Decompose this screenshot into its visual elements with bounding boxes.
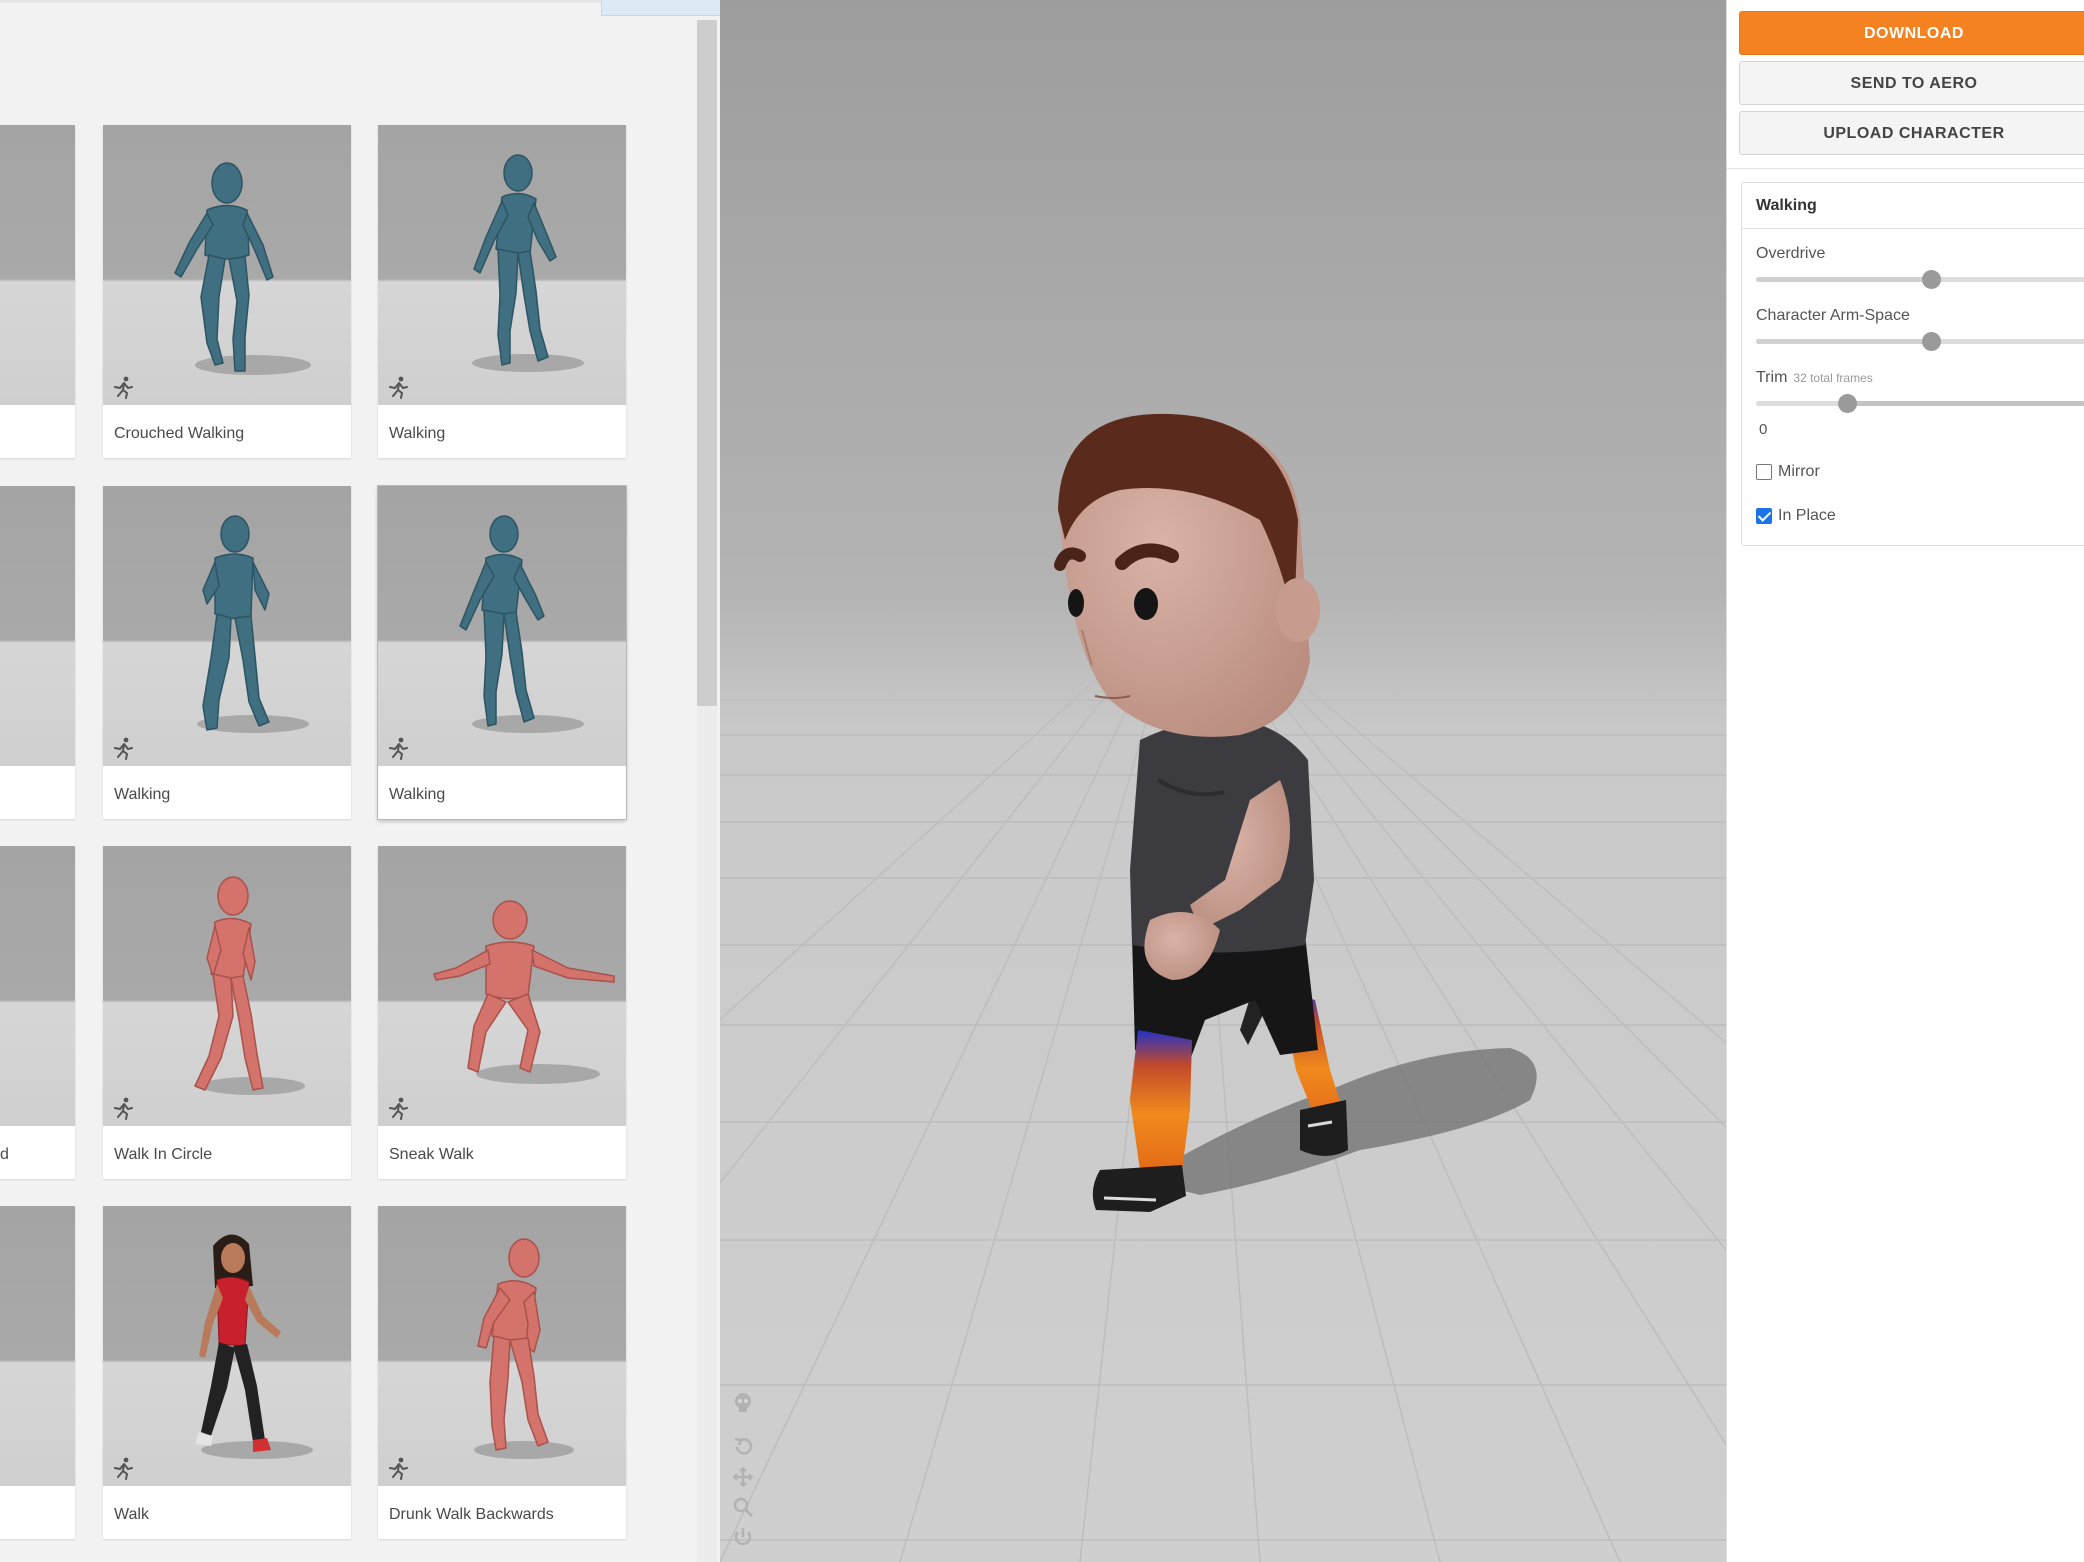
zoom-icon[interactable] — [732, 1496, 754, 1518]
slider-handle[interactable] — [1922, 332, 1941, 351]
animation-thumbnail — [378, 486, 626, 766]
download-button[interactable]: DOWNLOAD — [1739, 11, 2084, 55]
library-scrollbar-track[interactable] — [697, 706, 717, 1562]
animation-thumbnail — [0, 1206, 75, 1486]
character-preview-scene — [720, 0, 1726, 1562]
arm-space-label: Character Arm-Space — [1756, 307, 1910, 324]
trim-start-handle[interactable] — [1838, 394, 1857, 413]
animation-card-label: Walking — [389, 425, 446, 442]
move-icon[interactable] — [732, 1466, 754, 1488]
animation-thumbnail — [378, 125, 626, 405]
running-man-icon — [389, 1457, 408, 1480]
animation-card[interactable]: Drunk Walk Backwards — [378, 1206, 626, 1539]
animation-card[interactable]: Sneak Walk — [378, 846, 626, 1179]
running-man-icon — [389, 737, 408, 760]
total-frames-note: 32 total frames — [1793, 371, 1873, 385]
library-search-tab[interactable] — [601, 0, 720, 16]
trim-label-text: Trim — [1756, 369, 1788, 386]
running-man-icon — [114, 1097, 133, 1120]
animation-thumbnail — [378, 846, 626, 1126]
animation-card[interactable] — [0, 125, 75, 458]
mirror-checkbox[interactable] — [1756, 464, 1772, 480]
upload-character-button[interactable]: UPLOAD CHARACTER — [1739, 111, 2084, 155]
send-to-aero-button[interactable]: SEND TO AERO — [1739, 61, 2084, 105]
panel-divider — [1727, 168, 2084, 169]
animation-title: Walking — [1756, 197, 1817, 214]
animation-thumbnail — [103, 846, 351, 1126]
animation-card-label: Crouched Walking — [114, 425, 245, 442]
animation-settings-card: Walking Overdrive Character Arm-Space Tr… — [1741, 182, 2084, 546]
skull-icon[interactable] — [732, 1392, 754, 1414]
animation-card-label: Sneak Walk — [389, 1146, 474, 1163]
running-man-icon — [389, 1097, 408, 1120]
animation-thumbnail — [378, 1206, 626, 1486]
arm-space-slider[interactable] — [1756, 331, 2084, 351]
trim-label: Trim 32 total frames — [1756, 369, 1873, 387]
library-scrollbar-thumb[interactable] — [697, 20, 717, 706]
running-man-icon — [389, 376, 408, 399]
animation-thumbnail — [0, 486, 75, 766]
animation-card[interactable]: Walking — [378, 125, 626, 458]
animation-card[interactable]: Walk In Circle — [103, 846, 351, 1179]
animation-card[interactable]: d — [0, 846, 75, 1179]
animation-card[interactable]: Walking — [103, 486, 351, 819]
animation-thumbnail — [103, 125, 351, 405]
overdrive-label: Overdrive — [1756, 245, 1826, 262]
animation-card-selected[interactable]: Walking — [378, 486, 626, 819]
animation-thumbnail — [0, 846, 75, 1126]
slider-handle[interactable] — [1922, 270, 1941, 289]
in-place-checkbox[interactable] — [1756, 508, 1772, 524]
animation-card-label: Walk In Circle — [114, 1146, 213, 1163]
trim-start-value: 0 — [1759, 421, 1768, 438]
animation-card-label: d — [0, 1146, 9, 1163]
animation-card[interactable] — [0, 486, 75, 819]
animation-card[interactable]: Walk — [103, 1206, 351, 1539]
mirror-option[interactable]: Mirror — [1756, 463, 1876, 485]
mirror-label: Mirror — [1778, 463, 1820, 480]
in-place-label: In Place — [1778, 507, 1836, 524]
settings-panel: DOWNLOAD SEND TO AERO UPLOAD CHARACTER W… — [1726, 0, 2084, 1562]
power-icon[interactable] — [732, 1526, 754, 1548]
3d-viewport[interactable] — [720, 0, 1726, 1562]
in-place-option[interactable]: In Place — [1756, 507, 1876, 529]
overdrive-slider[interactable] — [1756, 269, 2084, 289]
settings-header: Walking — [1742, 183, 2084, 229]
animation-library: Crouched Walking Walking Walking Walking… — [0, 0, 720, 1562]
animation-card-label: Walking — [389, 786, 446, 803]
animation-card-label: Walking — [114, 786, 171, 803]
animation-card[interactable]: Crouched Walking — [103, 125, 351, 458]
undo-icon[interactable] — [732, 1436, 754, 1458]
animation-card-label: Drunk Walk Backwards — [389, 1506, 554, 1523]
animation-card-label: Walk — [114, 1506, 149, 1523]
running-man-icon — [114, 737, 133, 760]
animation-thumbnail — [0, 125, 75, 405]
animation-thumbnail — [103, 486, 351, 766]
animation-card[interactable] — [0, 1206, 75, 1539]
trim-range-slider[interactable] — [1756, 393, 2084, 413]
running-man-icon — [114, 1457, 133, 1480]
animation-thumbnail — [103, 1206, 351, 1486]
running-man-icon — [114, 376, 133, 399]
